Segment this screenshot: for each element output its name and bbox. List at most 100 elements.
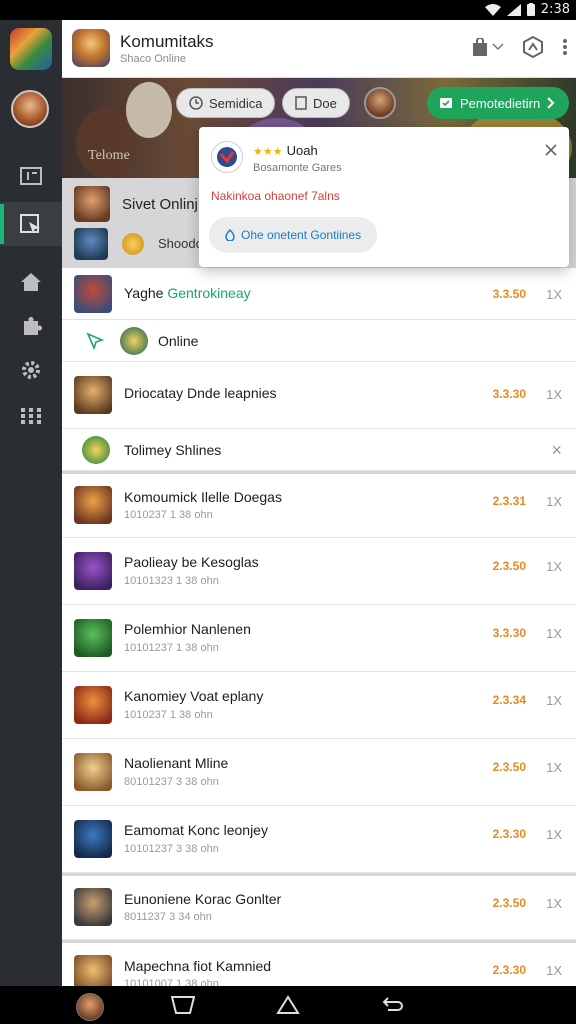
primary-action-button[interactable]: Pemotedietirn <box>427 87 569 119</box>
remove-button[interactable]: 1X <box>546 963 562 978</box>
friend-thumbnail[interactable] <box>74 186 110 222</box>
coin-icon <box>82 436 110 464</box>
remove-button[interactable]: 1X <box>546 760 562 775</box>
cursor-icon <box>86 332 104 350</box>
home-button[interactable] <box>275 993 301 1017</box>
banner-character <box>126 82 172 138</box>
remove-button[interactable]: 1X <box>546 896 562 911</box>
game-title: Eamomat Konc leonjey <box>124 822 268 838</box>
profile-avatar[interactable] <box>11 90 49 128</box>
game-thumbnail <box>74 955 112 986</box>
list-item[interactable]: Mapechna fiot Kamnied 10101007 1 38 ohn … <box>62 940 576 986</box>
game-subtitle: 8011237 3 34 ohn <box>124 911 212 923</box>
game-thumbnail <box>74 376 112 414</box>
game-title: Mapechna fiot Kamnied <box>124 958 272 974</box>
chip-label: Doe <box>313 95 337 111</box>
main-panel: Komumitaks Shaco Online Telome Semidica … <box>62 20 576 986</box>
list-item[interactable]: Eunoniene Korac Gonlter 8011237 3 34 ohn… <box>62 873 576 940</box>
game-list: Yaghe Gentrokineay 3.3.50 1X Online Drio… <box>62 268 576 986</box>
primary-action-label: Pemotedietirn <box>460 95 541 111</box>
list-item[interactable]: Online <box>62 320 576 362</box>
chip-doe[interactable]: Doe <box>282 88 350 118</box>
game-value: 3.3.30 <box>492 387 526 401</box>
remove-button[interactable]: 1X <box>546 827 562 842</box>
game-subtitle: 10101323 1 38 ohn <box>124 575 219 587</box>
friend-avatar[interactable] <box>364 87 396 119</box>
close-button[interactable]: × <box>551 440 562 461</box>
banner-label: Telome <box>88 148 130 163</box>
list-item[interactable]: Eamomat Konc leonjey 10101237 3 38 ohn 2… <box>62 806 576 873</box>
shopping-bag-icon <box>473 38 487 56</box>
remove-button[interactable]: 1X <box>546 693 562 708</box>
list-item[interactable]: Tolimey Shlines × <box>62 429 576 471</box>
puzzle-icon <box>24 317 42 335</box>
rail-item-settings[interactable] <box>0 348 62 392</box>
list-item[interactable]: Naolienant Mline 80101237 3 38 ohn 2.3.5… <box>62 739 576 806</box>
remove-button[interactable]: 1X <box>546 387 562 402</box>
side-rail <box>0 20 62 986</box>
remove-button[interactable]: 1X <box>546 494 562 509</box>
popup-title-text: Uoah <box>286 143 318 158</box>
remove-button[interactable]: 1X <box>546 287 562 302</box>
games-icon <box>20 214 40 233</box>
hexagon-icon[interactable] <box>522 36 544 58</box>
app-bar: Komumitaks Shaco Online <box>62 20 576 78</box>
list-item[interactable]: Paolieay be Kesoglas 10101323 1 38 ohn 2… <box>62 538 576 605</box>
remove-button[interactable]: 1X <box>546 626 562 641</box>
game-app-icon[interactable] <box>72 29 110 67</box>
recents-button[interactable] <box>170 993 196 1017</box>
clock-time: 2:38 <box>540 2 570 17</box>
page-title: Komumitaks <box>120 32 214 51</box>
game-thumbnail <box>74 753 112 791</box>
more-menu-icon[interactable] <box>562 38 568 56</box>
game-subtitle: 10101237 3 38 ohn <box>124 843 219 855</box>
tournament-label: Tolimey Shlines <box>124 442 222 458</box>
list-item[interactable]: Yaghe Gentrokineay 3.3.50 1X <box>62 268 576 320</box>
game-value: 2.3.30 <box>492 827 526 841</box>
page-subtitle: Shaco Online <box>120 53 187 65</box>
popup-action-pill[interactable]: Ohe onetent Gontiines <box>209 217 378 253</box>
popup-subtitle: Bosamonte Gares <box>253 162 342 174</box>
grid-icon <box>21 408 41 424</box>
game-subtitle: 80101237 3 38 ohn <box>124 776 219 788</box>
recents-icon <box>171 996 195 1014</box>
game-title: Eunoniene Korac Gonlter <box>124 891 282 907</box>
gear-icon <box>22 361 40 379</box>
remove-button[interactable]: 1X <box>546 559 562 574</box>
game-value: 2.3.30 <box>492 963 526 977</box>
rail-item-apps[interactable] <box>0 394 62 438</box>
game-title: Yaghe Gentrokineay <box>124 285 251 301</box>
info-icon <box>225 229 235 241</box>
system-nav-bar <box>0 986 576 1024</box>
popup-warning: Nakinkoa ohaonef 7alns <box>211 189 340 203</box>
rail-item-home[interactable] <box>0 260 62 304</box>
chip-label: Semidica <box>209 95 263 111</box>
shop-dropdown[interactable] <box>472 38 504 56</box>
game-value: 3.3.30 <box>492 626 526 640</box>
list-item[interactable]: Komoumick Ilelle Doegas 1010237 1 38 ohn… <box>62 471 576 538</box>
library-icon <box>20 167 42 185</box>
rail-item-games[interactable] <box>0 202 62 246</box>
game-thumbnail[interactable] <box>74 228 108 260</box>
game-value: 2.3.31 <box>492 494 526 508</box>
home-nav-icon <box>276 995 300 1014</box>
game-thumbnail <box>74 552 112 590</box>
list-item[interactable]: Kanomiey Voat eplany 1010237 1 38 ohn 2.… <box>62 672 576 739</box>
game-thumbnail <box>74 888 112 926</box>
nav-avatar[interactable] <box>76 993 104 1021</box>
rail-item-library[interactable] <box>0 154 62 198</box>
chip-semidica[interactable]: Semidica <box>176 88 276 118</box>
list-item[interactable]: Polemhior Nanlenen 10101237 1 38 ohn 3.3… <box>62 605 576 672</box>
list-item[interactable]: Driocatay Dnde leapnies 3.3.30 1X <box>62 362 576 429</box>
back-button[interactable] <box>380 993 406 1017</box>
game-value: 2.3.34 <box>492 693 526 707</box>
game-subtitle: 10101237 1 38 ohn <box>124 642 219 654</box>
game-thumbnail <box>74 820 112 858</box>
online-status-title: Sivet Onlinj <box>122 196 198 213</box>
game-value: 3.3.50 <box>492 287 526 301</box>
online-label: Online <box>158 333 199 349</box>
rail-item-puzzle[interactable] <box>0 304 62 348</box>
battery-icon <box>526 3 535 16</box>
app-logo[interactable] <box>10 28 52 70</box>
popup-close-button[interactable] <box>545 143 557 161</box>
